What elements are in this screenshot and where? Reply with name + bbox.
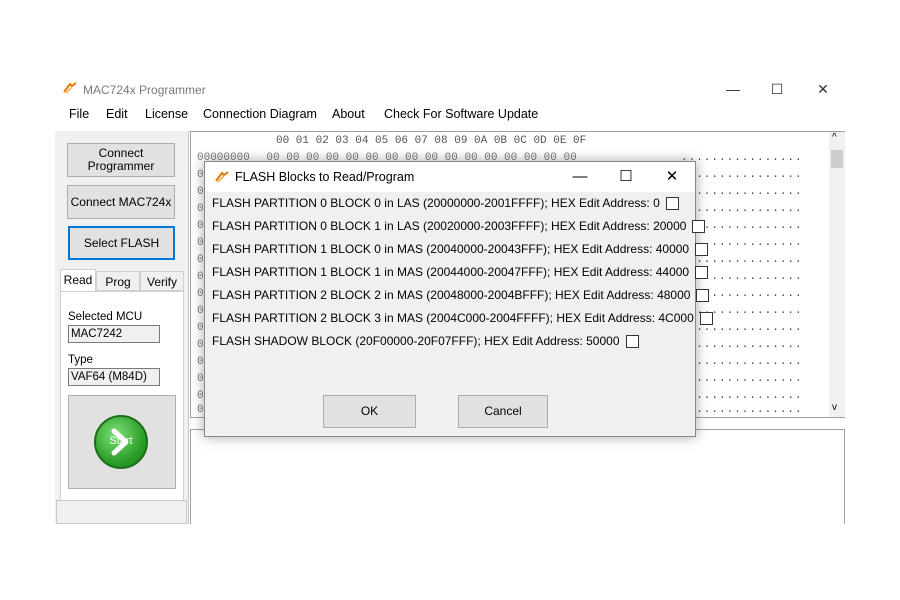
menu-license[interactable]: License bbox=[145, 107, 188, 121]
hex-row: 0 bbox=[197, 339, 204, 351]
option-row[interactable]: FLASH SHADOW BLOCK (20F00000-20F07FFF); … bbox=[212, 334, 639, 348]
ascii-column: ................ bbox=[681, 373, 803, 385]
option-label: FLASH PARTITION 1 BLOCK 1 in MAS (200440… bbox=[212, 265, 690, 279]
dialog-minimize-button[interactable]: — bbox=[560, 165, 600, 189]
hex-row: 0 bbox=[197, 404, 204, 416]
option-label: FLASH PARTITION 0 BLOCK 0 in LAS (200000… bbox=[212, 196, 660, 210]
hex-row: 0 bbox=[197, 237, 204, 249]
hex-row: 0 bbox=[197, 373, 204, 385]
hex-row: 0 bbox=[197, 220, 204, 232]
start-arrow-icon: Start bbox=[94, 415, 148, 469]
vertical-scrollbar[interactable]: ^ v bbox=[829, 132, 845, 417]
option-checkbox[interactable] bbox=[625, 334, 639, 348]
option-checkbox[interactable] bbox=[695, 265, 709, 279]
ascii-column: ................ bbox=[681, 152, 803, 164]
scroll-up-icon[interactable]: ^ bbox=[832, 132, 837, 143]
scroll-down-icon[interactable]: v bbox=[832, 402, 837, 413]
ascii-column: ................ bbox=[681, 203, 803, 215]
status-strip bbox=[56, 500, 187, 524]
option-checkbox[interactable] bbox=[699, 311, 713, 325]
dialog-close-button[interactable]: ✕ bbox=[652, 165, 692, 189]
minimize-button[interactable]: — bbox=[713, 77, 753, 101]
hex-row: 0 bbox=[197, 288, 204, 300]
app-logo-icon bbox=[215, 171, 229, 183]
type-label: Type bbox=[68, 354, 93, 366]
start-label: Start bbox=[109, 435, 133, 447]
option-label: FLASH SHADOW BLOCK (20F00000-20F07FFF); … bbox=[212, 334, 620, 348]
option-row[interactable]: FLASH PARTITION 2 BLOCK 2 in MAS (200480… bbox=[212, 288, 710, 302]
tab-verify[interactable]: Verify bbox=[140, 271, 184, 291]
ascii-column: ................ bbox=[681, 339, 803, 351]
hex-row: 0 bbox=[197, 203, 204, 215]
option-row[interactable]: FLASH PARTITION 0 BLOCK 0 in LAS (200000… bbox=[212, 196, 679, 210]
ascii-column: ................ bbox=[681, 356, 803, 368]
option-label: FLASH PARTITION 2 BLOCK 2 in MAS (200480… bbox=[212, 288, 691, 302]
selected-mcu-field[interactable]: MAC7242 bbox=[68, 325, 160, 343]
option-checkbox[interactable] bbox=[665, 196, 679, 210]
hex-row: 0 bbox=[197, 390, 204, 402]
dialog-title: FLASH Blocks to Read/Program bbox=[235, 170, 415, 184]
option-row[interactable]: FLASH PARTITION 2 BLOCK 3 in MAS (2004C0… bbox=[212, 311, 713, 325]
connect-programmer-button[interactable]: Connect Programmer bbox=[67, 143, 175, 177]
left-panel: Connect Programmer Connect MAC724x Selec… bbox=[55, 131, 189, 524]
hex-row: 0 bbox=[197, 186, 204, 198]
option-label: FLASH PARTITION 1 BLOCK 0 in MAS (200400… bbox=[212, 242, 690, 256]
selected-mcu-label: Selected MCU bbox=[68, 311, 143, 323]
ascii-column: ................ bbox=[681, 390, 803, 402]
menu-about[interactable]: About bbox=[332, 107, 365, 121]
hex-row: 0 bbox=[197, 169, 204, 181]
option-checkbox[interactable] bbox=[696, 288, 710, 302]
ascii-column: ................ bbox=[681, 186, 803, 198]
ok-button[interactable]: OK bbox=[323, 395, 416, 428]
hex-row: 0 bbox=[197, 305, 204, 317]
menu-connection-diagram[interactable]: Connection Diagram bbox=[203, 107, 317, 121]
output-panel bbox=[190, 429, 845, 524]
menu-file[interactable]: File bbox=[69, 107, 89, 121]
dialog-maximize-button[interactable]: ☐ bbox=[606, 165, 646, 189]
hex-row: 0 bbox=[197, 322, 204, 334]
tab-prog[interactable]: Prog bbox=[96, 271, 140, 291]
hex-row: 0 bbox=[197, 254, 204, 266]
hex-column-header: 00 01 02 03 04 05 06 07 08 09 0A 0B 0C 0… bbox=[276, 135, 587, 147]
tab-read[interactable]: Read bbox=[60, 269, 96, 291]
ascii-column: ................ bbox=[681, 169, 803, 181]
option-label: FLASH PARTITION 0 BLOCK 1 in LAS (200200… bbox=[212, 219, 687, 233]
start-button[interactable]: Start bbox=[68, 395, 176, 489]
option-label: FLASH PARTITION 2 BLOCK 3 in MAS (2004C0… bbox=[212, 311, 694, 325]
menu-check-update[interactable]: Check For Software Update bbox=[384, 107, 538, 121]
ascii-column: ................ bbox=[681, 404, 803, 416]
hex-row: 0 bbox=[197, 271, 204, 283]
title-bar: MAC724x Programmer — ☐ ✕ bbox=[55, 75, 845, 103]
type-field[interactable]: VAF64 (M84D) bbox=[68, 368, 160, 386]
option-row[interactable]: FLASH PARTITION 1 BLOCK 0 in MAS (200400… bbox=[212, 242, 709, 256]
flash-blocks-dialog: FLASH Blocks to Read/Program — ☐ ✕ FLASH… bbox=[204, 161, 713, 437]
menu-bar: File Edit License Connection Diagram Abo… bbox=[55, 104, 845, 126]
option-checkbox[interactable] bbox=[695, 242, 709, 256]
hex-row: 0 bbox=[197, 356, 204, 368]
tab-content: Selected MCU MAC7242 Type VAF64 (M84D) S… bbox=[60, 291, 184, 504]
select-flash-button[interactable]: Select FLASH bbox=[68, 226, 175, 260]
menu-edit[interactable]: Edit bbox=[106, 107, 128, 121]
dialog-title-bar: FLASH Blocks to Read/Program — ☐ ✕ bbox=[205, 162, 695, 192]
connect-mac-button[interactable]: Connect MAC724x bbox=[67, 185, 175, 219]
app-logo-icon bbox=[63, 82, 77, 94]
close-button[interactable]: ✕ bbox=[803, 77, 843, 101]
option-row[interactable]: FLASH PARTITION 1 BLOCK 1 in MAS (200440… bbox=[212, 265, 709, 279]
maximize-button[interactable]: ☐ bbox=[757, 77, 797, 101]
option-row[interactable]: FLASH PARTITION 0 BLOCK 1 in LAS (200200… bbox=[212, 219, 706, 233]
scroll-thumb[interactable] bbox=[831, 150, 843, 168]
option-checkbox[interactable] bbox=[692, 219, 706, 233]
window-title: MAC724x Programmer bbox=[83, 83, 206, 97]
cancel-button[interactable]: Cancel bbox=[458, 395, 548, 428]
